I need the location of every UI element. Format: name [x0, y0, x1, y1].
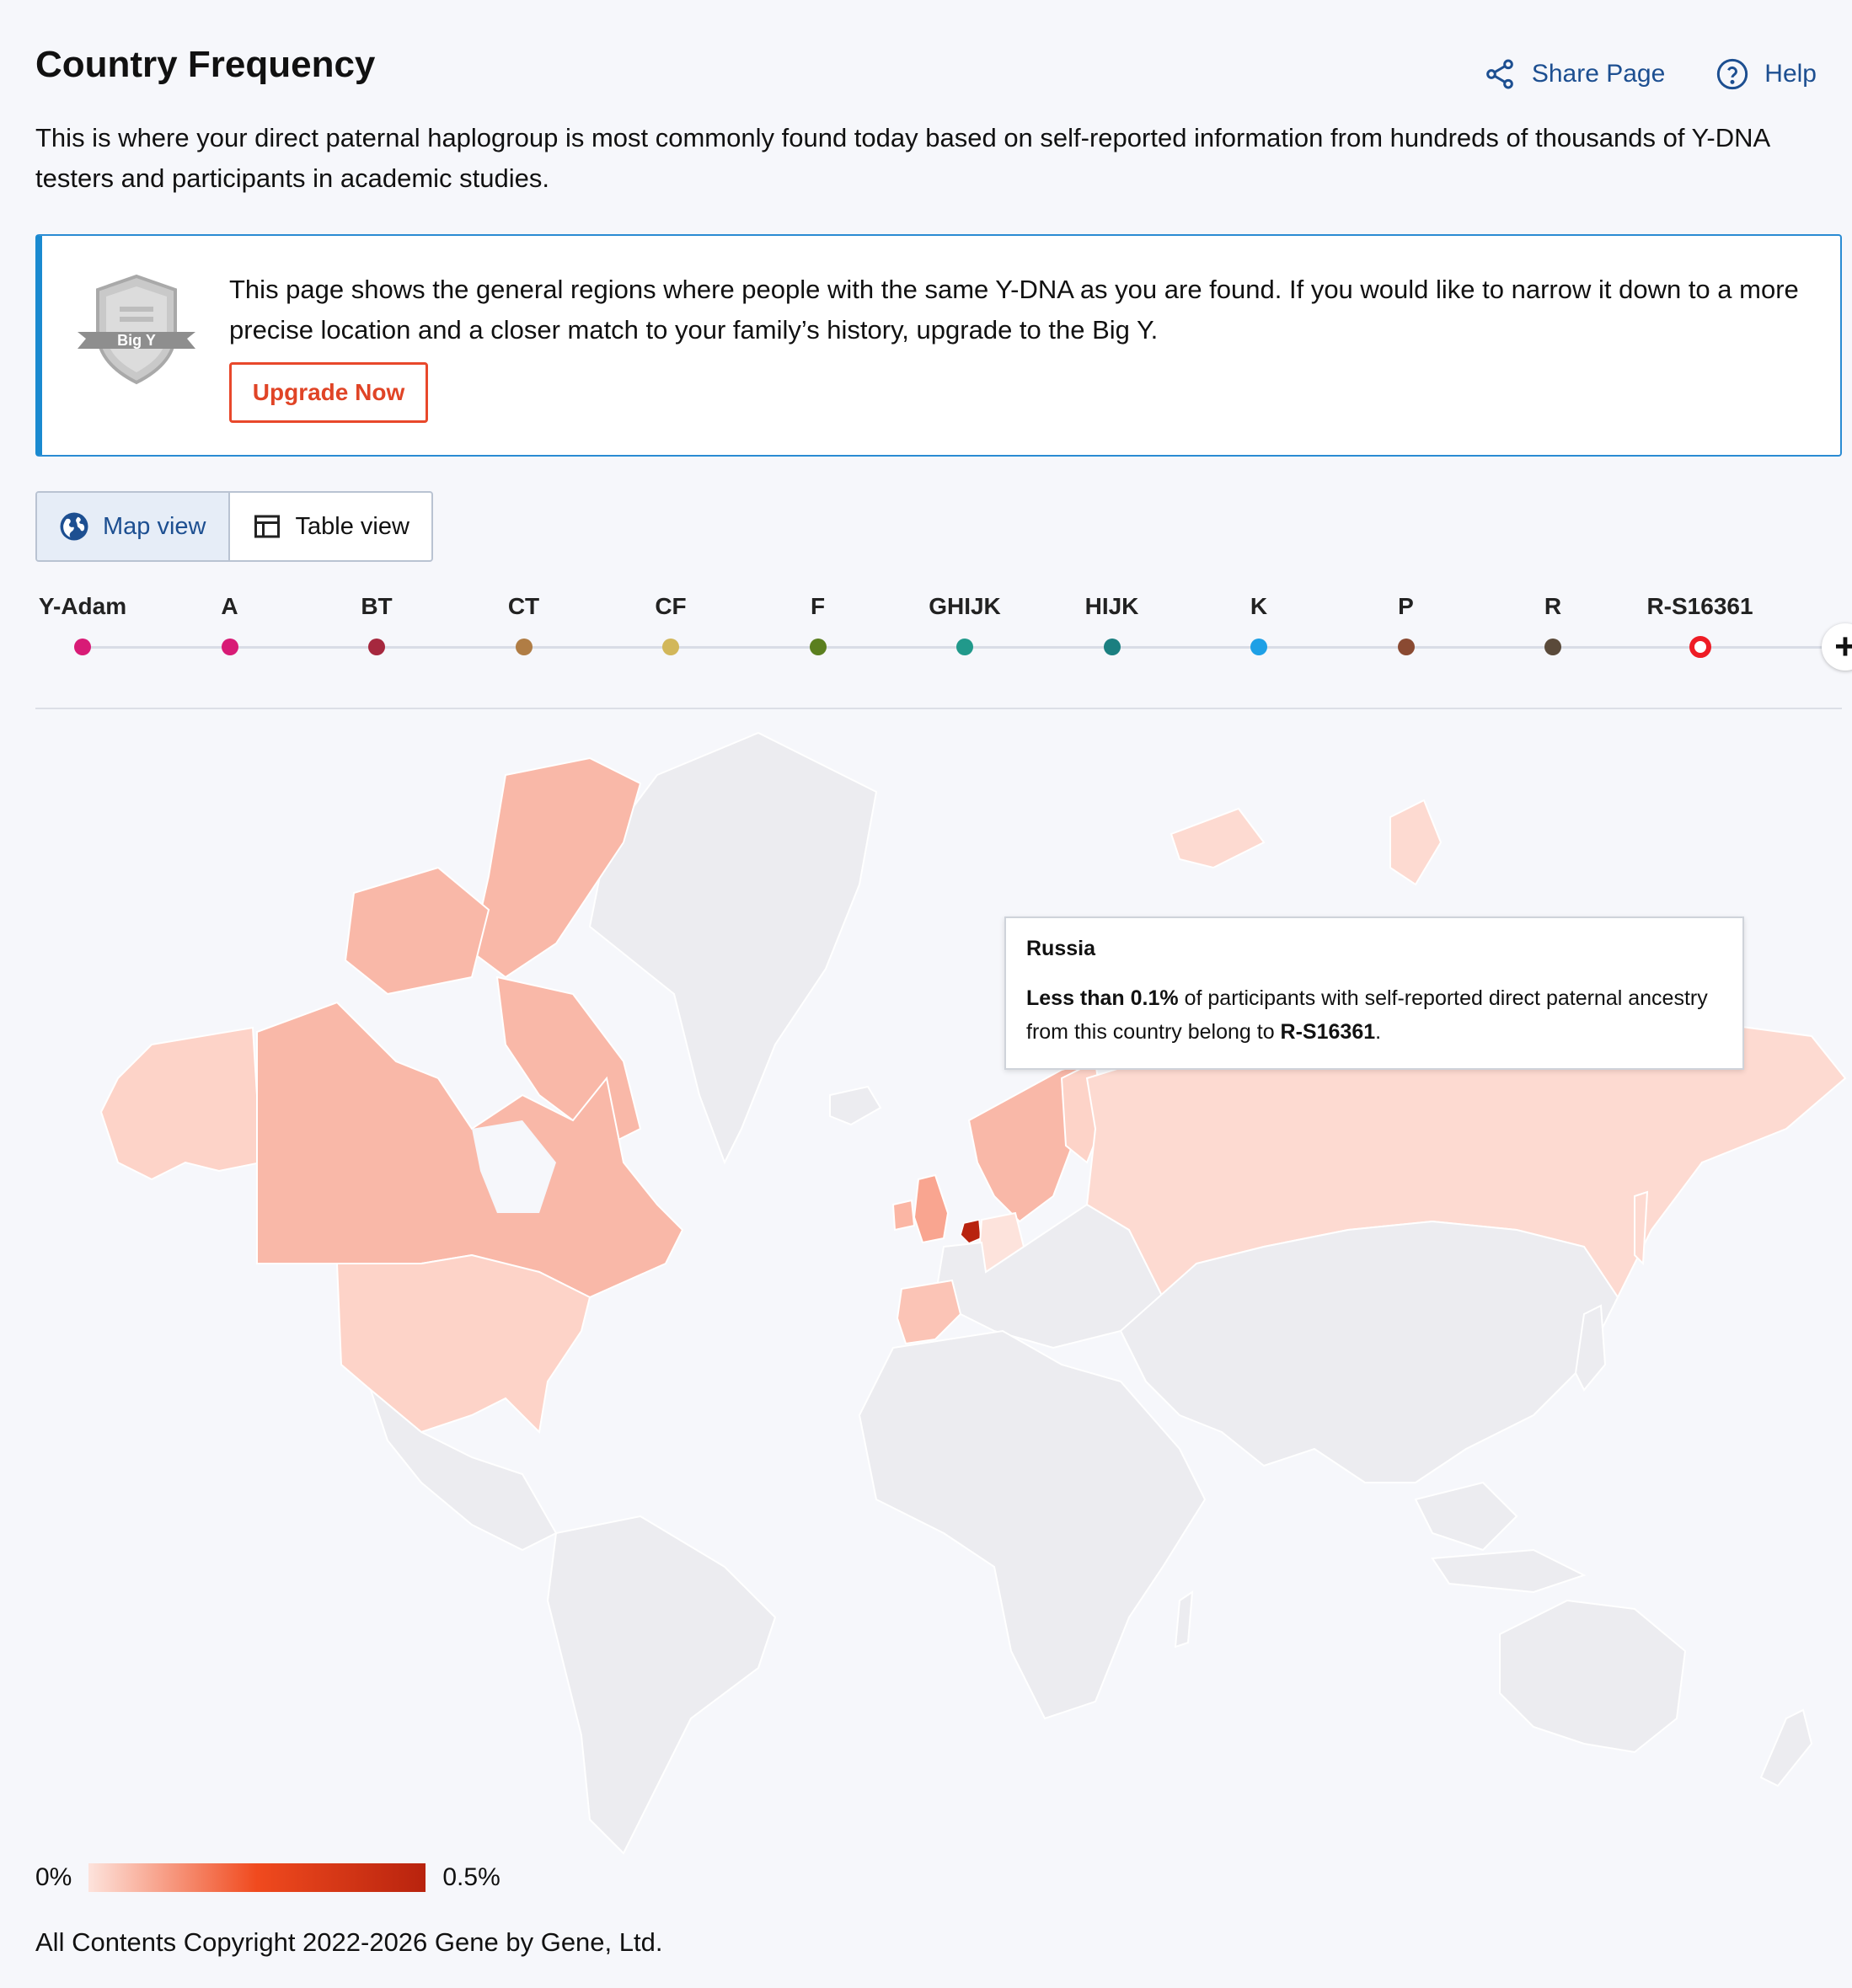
timeline-node-dot — [221, 639, 238, 655]
header-actions: Share Page Help — [1483, 57, 1817, 91]
timeline-node[interactable]: F — [745, 590, 891, 655]
legend-gradient-bar — [88, 1863, 426, 1892]
big-y-badge-icon: Big Y — [78, 274, 195, 385]
upgrade-banner: Big Y This page shows the general region… — [35, 234, 1842, 457]
timeline-node-label: BT — [361, 593, 393, 619]
timeline-node-label: R — [1544, 593, 1562, 619]
country-frequency-page: Country Frequency Share Page Help This i… — [0, 0, 1852, 1988]
globe-icon — [60, 512, 88, 541]
timeline-node[interactable]: CT — [451, 590, 597, 655]
help-label: Help — [1764, 60, 1817, 88]
view-toggle: Map view Table view — [35, 491, 433, 562]
badge-text: Big Y — [117, 332, 156, 349]
timeline-node[interactable]: R — [1480, 590, 1626, 655]
map-country-netherlands[interactable] — [960, 1219, 982, 1244]
timeline-node[interactable]: BT — [303, 590, 450, 655]
tooltip-period: . — [1375, 1020, 1382, 1044]
map-country-madagascar[interactable] — [1174, 1590, 1194, 1649]
legend-min-label: 0% — [35, 1863, 72, 1891]
timeline-node-dot — [809, 639, 827, 655]
map-country-iceland[interactable] — [829, 1085, 882, 1126]
share-icon — [1486, 59, 1513, 89]
help-button[interactable]: Help — [1716, 57, 1817, 91]
map-country-new-zealand[interactable] — [1759, 1708, 1813, 1788]
timeline-node-dot — [1397, 639, 1415, 655]
timeline-node-dot — [1250, 639, 1267, 655]
map-region-indonesia[interactable] — [1431, 1548, 1587, 1594]
timeline-node-label: GHIJK — [929, 593, 1001, 619]
copyright-footer: All Contents Copyright 2022-2026 Gene by… — [35, 1927, 663, 1957]
timeline-node-dot — [1544, 639, 1561, 655]
world-map — [99, 731, 1847, 1855]
tooltip-country: Russia — [1026, 937, 1095, 960]
timeline-node-label: K — [1250, 593, 1268, 619]
timeline-node-dot — [368, 639, 385, 655]
haplogroup-timeline: + Y-Adam A BT CT CF F GHIJK HIJK K P R R-S16361 — [35, 590, 1852, 691]
map-legend: 0% 0.5% — [35, 1863, 500, 1892]
map-country-south-america[interactable] — [546, 1515, 777, 1855]
map-country-russia-sakhalin[interactable] — [1634, 1190, 1649, 1266]
map-country-russia-arctic-islands[interactable] — [1170, 807, 1266, 869]
timeline-node[interactable]: A — [157, 590, 303, 655]
timeline-node-dot — [74, 639, 91, 655]
map-country-russia-east-islands[interactable] — [1389, 799, 1443, 886]
timeline-node[interactable]: Y-Adam — [9, 590, 156, 655]
current-haplogroup-dot — [1689, 636, 1711, 658]
map-country-canada[interactable] — [256, 1001, 684, 1299]
timeline-node-label: F — [810, 593, 826, 619]
timeline-node-label: CT — [507, 593, 540, 619]
timeline-node-dot — [662, 639, 679, 655]
timeline-node-label: P — [1398, 593, 1414, 619]
table-icon — [254, 515, 280, 538]
country-tooltip: Russia Less than 0.1% of participants wi… — [1004, 917, 1744, 1070]
timeline-node-label: Y-Adam — [38, 593, 127, 619]
timeline-node-dot — [956, 639, 973, 655]
share-page-button[interactable]: Share Page — [1483, 57, 1665, 91]
help-icon — [1717, 58, 1748, 90]
map-country-usa[interactable] — [335, 1253, 591, 1435]
map-country-united-kingdom[interactable] — [913, 1173, 950, 1244]
timeline-node-label: HIJK — [1084, 593, 1139, 619]
timeline-node[interactable]: HIJK — [1039, 590, 1186, 655]
timeline-node-dot — [515, 639, 533, 655]
tooltip-percentage: Less than 0.1% — [1026, 986, 1179, 1010]
map-country-australia[interactable] — [1499, 1599, 1687, 1754]
timeline-node[interactable]: GHIJK — [891, 590, 1038, 655]
legend-max-label: 0.5% — [442, 1863, 500, 1891]
banner-text: This page shows the general regions wher… — [229, 275, 1799, 345]
timeline-node[interactable]: R-S16361 — [1627, 590, 1774, 658]
timeline-node-label: R-S16361 — [1646, 593, 1753, 619]
map-country-canada-arctic-west[interactable] — [344, 866, 490, 996]
timeline-node[interactable]: CF — [597, 590, 744, 655]
page-title: Country Frequency — [35, 44, 376, 85]
upgrade-now-button[interactable]: Upgrade Now — [229, 362, 428, 423]
timeline-node-label: CF — [655, 593, 687, 619]
expand-timeline-button[interactable]: + — [1822, 623, 1852, 671]
map-view-label: Map view — [103, 512, 206, 540]
section-divider — [35, 708, 1842, 709]
timeline-node[interactable]: P — [1333, 590, 1480, 655]
timeline-node-label: A — [221, 593, 238, 619]
map-view-button[interactable]: Map view — [37, 493, 230, 560]
map-region-southeast-asia[interactable] — [1414, 1481, 1518, 1552]
share-page-label: Share Page — [1531, 60, 1666, 88]
map-country-spain[interactable] — [896, 1279, 962, 1345]
timeline-node[interactable]: K — [1186, 590, 1332, 655]
tooltip-body: Less than 0.1% of participants with self… — [1026, 981, 1722, 1049]
map-country-ireland[interactable] — [891, 1199, 916, 1232]
table-view-button[interactable]: Table view — [230, 493, 431, 560]
intro-text: This is where your direct paternal haplo… — [35, 123, 1769, 193]
map-country-usa-alaska[interactable] — [99, 1026, 263, 1181]
table-view-label: Table view — [295, 512, 409, 540]
tooltip-haplogroup: R-S16361 — [1280, 1020, 1376, 1044]
timeline-node-dot — [1103, 639, 1121, 655]
